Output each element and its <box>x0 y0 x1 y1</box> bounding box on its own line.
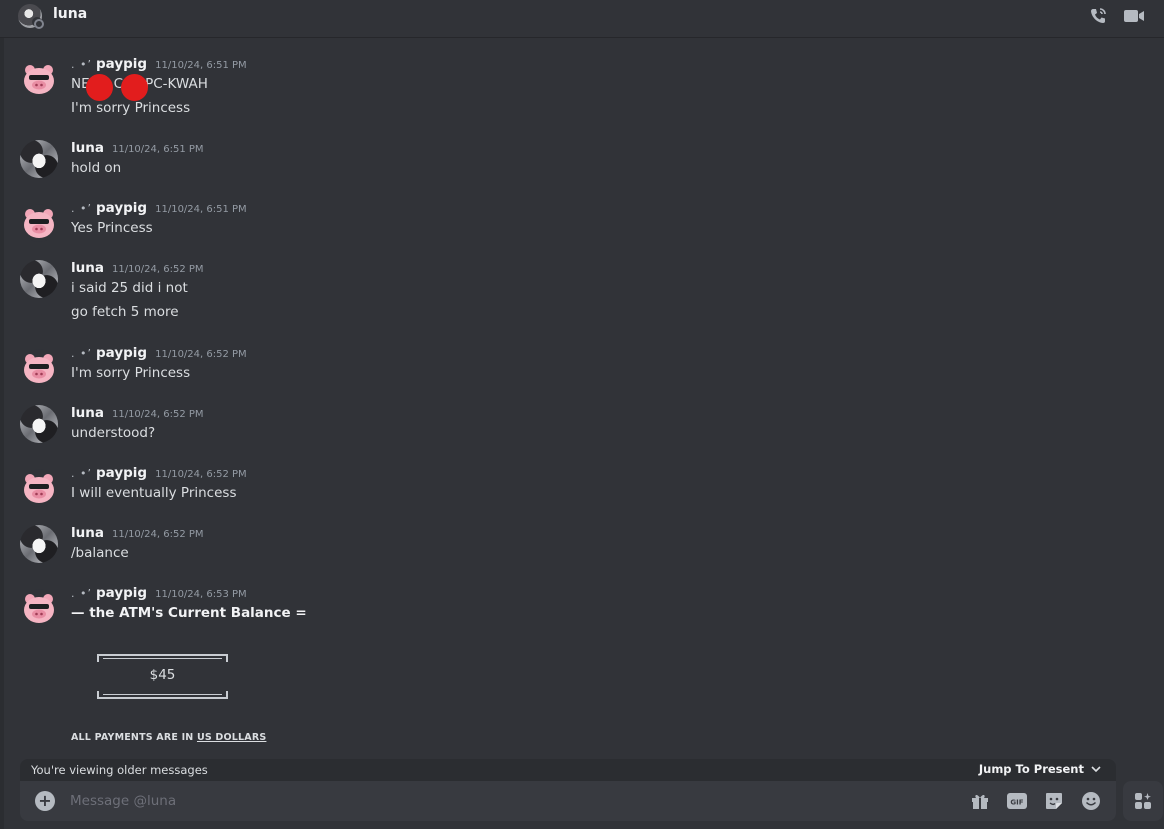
message-text: I'm sorry Princess <box>71 365 191 381</box>
message-text: /balance <box>71 545 129 561</box>
payments-note: ALL PAYMENTS ARE IN US DOLLARS <box>71 732 266 743</box>
message-text: Yes Princess <box>71 220 153 236</box>
box-border-bottom <box>97 691 228 699</box>
message-header: . •’ paypig 11/10/24, 6:53 PM <box>71 585 247 603</box>
timestamp: 11/10/24, 6:51 PM <box>155 60 247 71</box>
currency-link[interactable]: US DOLLARS <box>197 732 266 743</box>
username[interactable]: luna <box>71 140 104 156</box>
timestamp: 11/10/24, 6:52 PM <box>111 409 204 420</box>
pig-avatar-icon <box>24 65 54 94</box>
message-text: understood? <box>71 425 156 441</box>
timestamp: 11/10/24, 6:52 PM <box>111 264 204 275</box>
username[interactable]: paypig <box>96 585 147 601</box>
timestamp: 11/10/24, 6:52 PM <box>155 469 247 480</box>
payments-note-prefix: ALL PAYMENTS ARE IN <box>71 732 194 743</box>
avatar[interactable] <box>20 60 58 98</box>
pig-avatar-icon <box>24 594 54 623</box>
channel-header: luna <box>0 0 1164 38</box>
box-border-top <box>97 654 228 662</box>
message-header: luna 11/10/24, 6:52 PM <box>71 405 204 423</box>
message-text: i said 25 did i not <box>71 280 188 296</box>
username[interactable]: paypig <box>96 200 147 216</box>
message-header: . •’ paypig 11/10/24, 6:51 PM <box>71 56 247 74</box>
redaction-mark <box>121 74 148 101</box>
message-header: luna 11/10/24, 6:51 PM <box>71 140 204 158</box>
gif-icon[interactable]: GIF <box>1006 790 1028 812</box>
apps-icon[interactable] <box>1123 781 1163 821</box>
username[interactable]: luna <box>71 525 104 541</box>
timestamp: 11/10/24, 6:52 PM <box>111 529 204 540</box>
balance-value: $45 <box>149 667 176 683</box>
avatar[interactable] <box>20 469 58 507</box>
older-messages-bar: You're viewing older messages Jump To Pr… <box>20 759 1116 781</box>
message-text: go fetch 5 more <box>71 304 179 320</box>
username-decoration: . •’ <box>71 202 92 215</box>
svg-text:GIF: GIF <box>1010 799 1023 807</box>
username-decoration: . •’ <box>71 587 92 600</box>
message-composer: + GIF <box>20 781 1116 821</box>
username-decoration: . •’ <box>71 467 92 480</box>
jump-label: Jump To Present <box>978 762 1084 776</box>
status-indicator <box>32 17 44 29</box>
pig-avatar-icon <box>24 354 54 383</box>
message-text: hold on <box>71 160 122 176</box>
message-header: . •’ paypig 11/10/24, 6:51 PM <box>71 200 247 218</box>
username[interactable]: paypig <box>96 56 147 72</box>
message-input[interactable] <box>70 790 930 812</box>
pig-avatar-icon <box>24 209 54 238</box>
message-header: . •’ paypig 11/10/24, 6:52 PM <box>71 345 247 363</box>
username[interactable]: luna <box>71 405 104 421</box>
message-header: . •’ paypig 11/10/24, 6:52 PM <box>71 465 247 483</box>
emoji-icon[interactable] <box>1080 790 1102 812</box>
sticker-icon[interactable] <box>1043 790 1065 812</box>
code-segment: PC-KWAH <box>145 76 208 92</box>
message-text: — the ATM's Current Balance = <box>71 605 307 621</box>
username[interactable]: paypig <box>96 465 147 481</box>
message-list[interactable]: . •’ paypig 11/10/24, 6:51 PM NE C PC-KWAH… <box>0 38 1164 758</box>
username[interactable]: paypig <box>96 345 147 361</box>
username-decoration: . •’ <box>71 347 92 360</box>
balance-box: $45 <box>97 654 228 699</box>
username[interactable]: luna <box>71 260 104 276</box>
gift-icon[interactable] <box>969 790 991 812</box>
avatar[interactable] <box>20 260 58 298</box>
message-text: I will eventually Princess <box>71 485 237 501</box>
avatar[interactable] <box>20 140 58 178</box>
redaction-mark <box>86 74 113 101</box>
video-camera-icon[interactable] <box>1123 5 1145 27</box>
message-header: luna 11/10/24, 6:52 PM <box>71 525 204 543</box>
dm-title[interactable]: luna <box>53 6 87 22</box>
older-messages-text: You're viewing older messages <box>31 763 208 777</box>
plus-circle-icon[interactable]: + <box>35 791 55 811</box>
phone-call-icon[interactable] <box>1087 5 1109 27</box>
message-text: I'm sorry Princess <box>71 100 191 116</box>
pig-avatar-icon <box>24 474 54 503</box>
avatar[interactable] <box>20 349 58 387</box>
message-header: luna 11/10/24, 6:52 PM <box>71 260 204 278</box>
avatar[interactable] <box>20 589 58 627</box>
avatar[interactable] <box>20 525 58 563</box>
avatar[interactable] <box>20 405 58 443</box>
jump-to-present-button[interactable]: Jump To Present <box>979 762 1102 776</box>
timestamp: 11/10/24, 6:52 PM <box>155 349 247 360</box>
timestamp: 11/10/24, 6:51 PM <box>111 144 204 155</box>
avatar[interactable] <box>20 204 58 242</box>
timestamp: 11/10/24, 6:51 PM <box>155 204 247 215</box>
timestamp: 11/10/24, 6:53 PM <box>155 589 247 600</box>
chevron-down-icon <box>1091 766 1101 773</box>
username-decoration: . •’ <box>71 58 92 71</box>
